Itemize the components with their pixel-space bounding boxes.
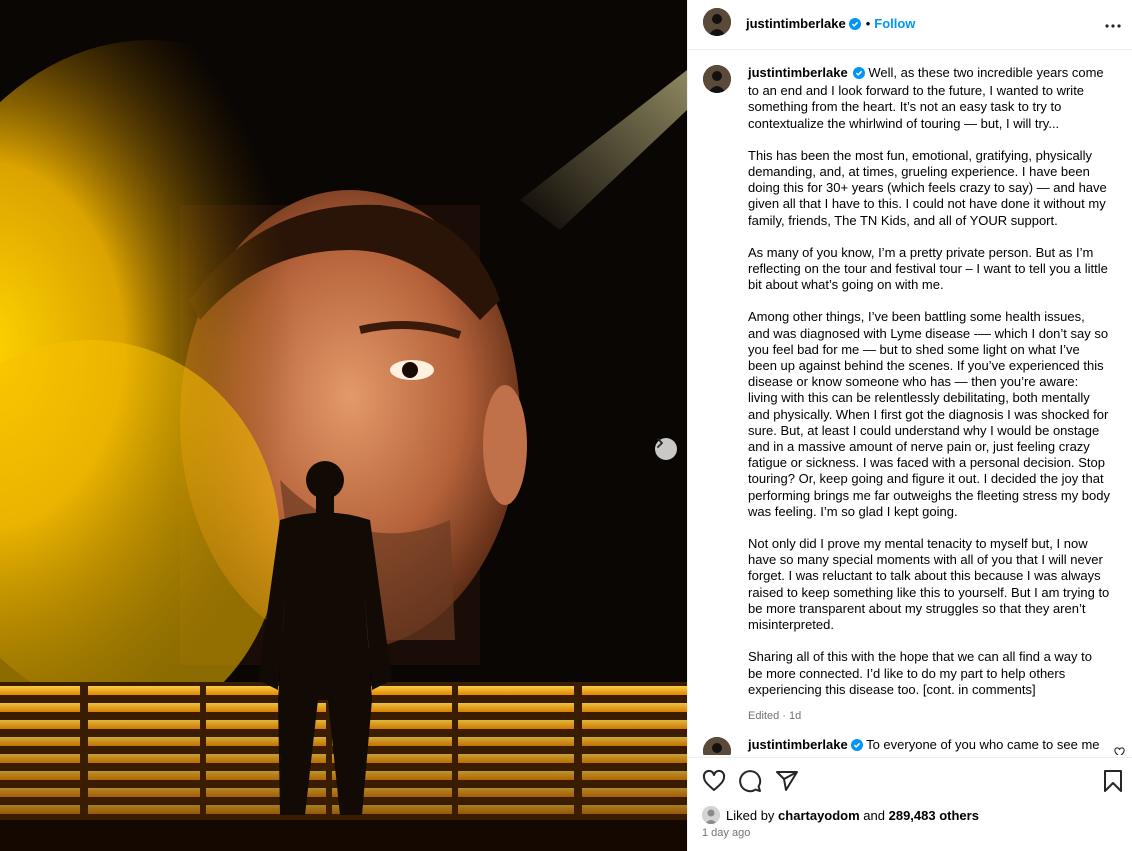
likes-prefix: Liked by	[726, 807, 779, 823]
light-bar	[0, 805, 80, 814]
light-bar	[88, 720, 200, 729]
light-bar	[88, 805, 200, 814]
light-bar	[0, 686, 80, 695]
caption-paragraph: As many of you know, I’m a pretty privat…	[748, 244, 1108, 293]
comment-like-heart-icon[interactable]	[1114, 745, 1125, 755]
heart-icon[interactable]	[702, 769, 726, 798]
light-bar	[0, 754, 80, 763]
caption-username[interactable]: justintimberlake	[748, 65, 848, 80]
post-actions: Liked by chartayodom and 289,483 others …	[688, 757, 1132, 851]
light-bar	[458, 771, 574, 780]
light-bar	[206, 788, 326, 797]
next-media-button[interactable]	[655, 438, 677, 460]
light-bar	[582, 720, 687, 729]
caption: justintimberlake Well, as these two incr…	[748, 65, 1110, 724]
post-header: justintimberlake • Follow	[688, 0, 1132, 50]
light-bar	[0, 720, 80, 729]
likes-count[interactable]: 289,483 others	[889, 808, 979, 823]
light-bar	[88, 737, 200, 746]
verified-badge-icon	[848, 17, 861, 35]
light-bar	[582, 703, 687, 712]
liker-username[interactable]: chartayodom	[778, 808, 860, 823]
light-bar	[0, 771, 80, 780]
caption-paragraph: justintimberlake Well, as these two incr…	[748, 65, 1110, 132]
chevron-right-icon	[657, 438, 664, 448]
comments-area[interactable]: justintimberlake Well, as these two incr…	[688, 51, 1132, 755]
comment-username[interactable]: justintimberlake	[748, 737, 848, 752]
light-bar	[582, 686, 687, 695]
light-bar	[206, 805, 326, 814]
comment-icon[interactable]	[738, 769, 762, 798]
liker-avatar	[702, 806, 720, 824]
verified-badge-icon	[850, 739, 863, 755]
caption-paragraph: This has been the most fun, emotional, g…	[748, 147, 1107, 228]
light-bar	[582, 771, 687, 780]
light-bar	[88, 771, 200, 780]
light-bar	[88, 686, 200, 695]
caption-paragraph: Among other things, I’ve been battling s…	[748, 309, 1111, 519]
light-bar	[458, 805, 574, 814]
light-bar	[458, 754, 574, 763]
caption-meta: Edited · 1d	[748, 709, 802, 722]
light-bar	[0, 788, 80, 797]
post-timestamp[interactable]: 1 day ago	[702, 827, 750, 839]
caption-avatar[interactable]	[703, 65, 731, 93]
light-bar	[458, 703, 574, 712]
comment-item: justintimberlake To everyone of you who …	[748, 737, 1110, 755]
post-media[interactable]	[0, 0, 687, 851]
light-bar	[458, 686, 574, 695]
likes-middle: and	[859, 807, 889, 823]
verified-badge-icon	[852, 67, 865, 83]
likes-summary[interactable]: Liked by chartayodom and 289,483 others	[702, 806, 979, 824]
concert-photo	[0, 0, 687, 851]
reply-avatar[interactable]	[703, 737, 731, 755]
light-bar	[0, 737, 80, 746]
follow-button[interactable]: Follow	[874, 16, 915, 31]
caption-paragraph: Sharing all of this with the hope that w…	[748, 649, 1092, 697]
more-options-icon[interactable]	[1105, 16, 1121, 34]
light-bar	[582, 754, 687, 763]
light-bar	[458, 788, 574, 797]
light-bar	[88, 754, 200, 763]
bookmark-icon[interactable]	[1102, 769, 1124, 798]
paper-plane-icon[interactable]	[775, 769, 799, 798]
light-bar	[582, 788, 687, 797]
light-bar	[88, 788, 200, 797]
light-bar	[458, 720, 574, 729]
separator-dot: •	[865, 16, 871, 31]
comment-text: To everyone of you who came to see me	[866, 737, 1100, 752]
light-bar	[458, 737, 574, 746]
light-bar	[582, 805, 687, 814]
author-avatar[interactable]	[703, 8, 731, 36]
post-sidebar: justintimberlake • Follow justintimberlake…	[687, 0, 1132, 851]
caption-paragraph: Not only did I prove my mental tenacity …	[748, 536, 1110, 633]
light-bar	[0, 703, 80, 712]
light-bar	[582, 737, 687, 746]
light-bar	[88, 703, 200, 712]
author-username[interactable]: justintimberlake	[746, 16, 846, 31]
